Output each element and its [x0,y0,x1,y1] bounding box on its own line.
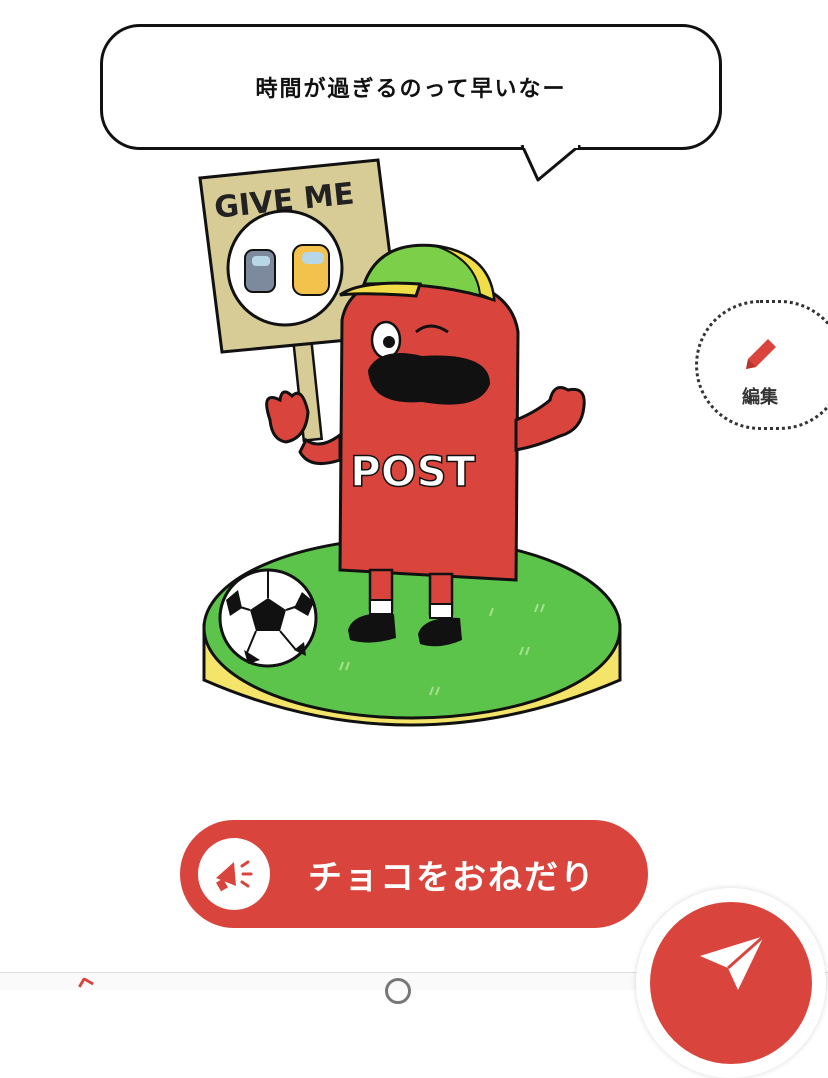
cta-label: チョコをおねだり [308,858,596,898]
home-tab-icon[interactable] [78,976,94,993]
megaphone-icon [216,860,253,892]
profile-tab-icon[interactable] [385,978,411,1004]
request-chocolate-button[interactable]: チョコをおねだり [180,820,648,928]
pencil-icon [746,339,776,369]
edit-button-label: 編集 [742,387,778,408]
speech-bubble-text: 時間が過ぎるのって早いなー [255,77,567,102]
send-fab-inner [650,902,812,1064]
soccer-ball [218,568,318,668]
cta-icon-badge [198,838,270,910]
post-text: POST [350,447,476,496]
post-mascot-illustration: GIVE ME POST [198,158,622,727]
paper-plane-icon [700,934,765,990]
speech-bubble: 時間が過ぎるのって早いなー [100,24,722,150]
mascot-hand-left [265,390,310,444]
edit-button[interactable]: 編集 [695,300,828,430]
send-fab-button[interactable] [636,888,826,1078]
mascot-body: POST [298,274,586,582]
